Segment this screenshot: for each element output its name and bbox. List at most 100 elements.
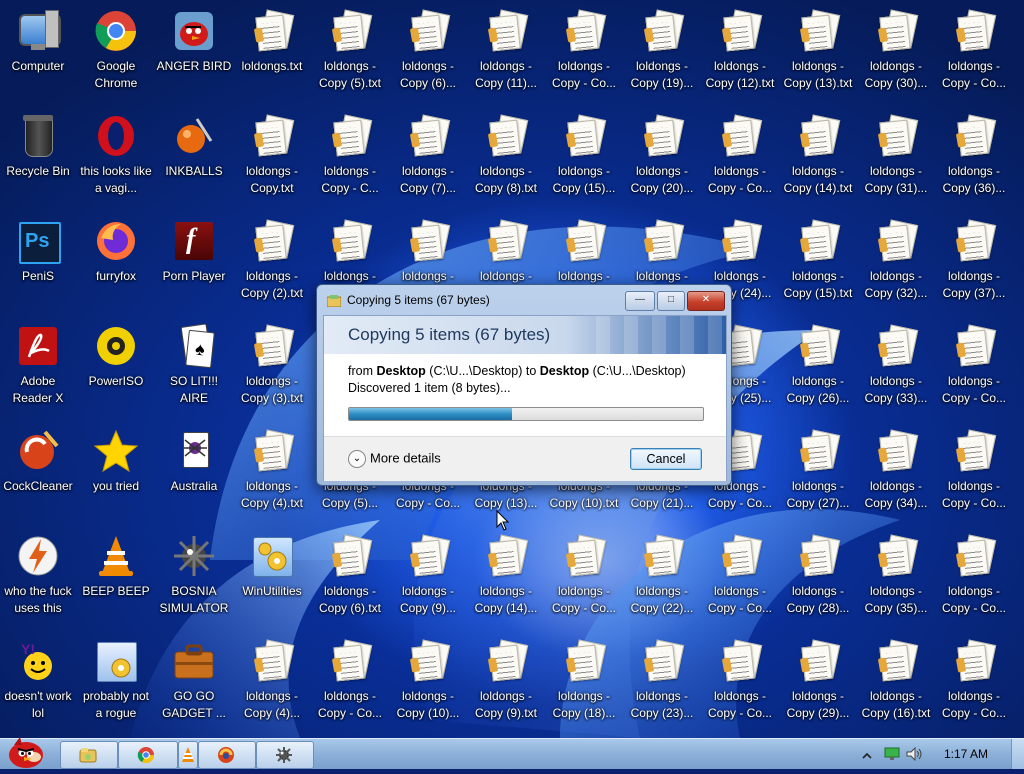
desktop-icon[interactable]: ANGER BIRD xyxy=(156,4,232,106)
desktop-icon[interactable]: loldongs - Copy (15).txt xyxy=(780,214,856,316)
desktop-icon[interactable]: this looks like a vagi... xyxy=(78,109,154,211)
desktop-icon[interactable]: loldongs - Copy (33)... xyxy=(858,319,934,421)
desktop-icon[interactable]: loldongs - Copy (6)... xyxy=(390,4,466,106)
desktop-icon[interactable]: loldongs - Copy (2).txt xyxy=(234,214,310,316)
desktop-icon[interactable]: loldongs - Copy (36)... xyxy=(936,109,1012,211)
desktop-icon[interactable]: Y! doesn't work lol xyxy=(0,634,76,736)
desktop-icon[interactable]: you tried xyxy=(78,424,154,526)
desktop-icon[interactable]: Adobe Reader X xyxy=(0,319,76,421)
source-folder-link[interactable]: Desktop xyxy=(376,364,425,378)
desktop-icon[interactable]: loldongs - Copy (8).txt xyxy=(468,109,544,211)
desktop-icon[interactable]: WinUtilities xyxy=(234,529,310,631)
desktop-icon[interactable]: loldongs - Copy - Co... xyxy=(312,634,388,736)
desktop-icon[interactable]: loldongs - Copy (12).txt xyxy=(702,4,778,106)
desktop-icon[interactable]: Ps PeniS xyxy=(0,214,76,316)
desktop-icon[interactable]: loldongs - Copy - Co... xyxy=(702,634,778,736)
desktop-icon[interactable]: loldongs - Copy (3).txt xyxy=(234,319,310,421)
volume-icon[interactable] xyxy=(906,746,924,766)
desktop-icon[interactable]: PowerISO xyxy=(78,319,154,421)
desktop-icon[interactable]: loldongs - Copy (30)... xyxy=(858,4,934,106)
desktop-icon[interactable]: loldongs.txt xyxy=(234,4,310,106)
start-button[interactable] xyxy=(4,733,48,769)
taskbar-minesweeper-button[interactable] xyxy=(256,741,314,769)
desktop-icon[interactable]: Computer xyxy=(0,4,76,106)
text-document-icon xyxy=(327,533,373,579)
desktop-icon[interactable]: CockCleaner xyxy=(0,424,76,526)
desktop-icon[interactable]: furryfox xyxy=(78,214,154,316)
desktop-icon[interactable]: loldongs - Copy (16).txt xyxy=(858,634,934,736)
desktop-icon[interactable]: loldongs - Copy.txt xyxy=(234,109,310,211)
desktop-icon[interactable]: loldongs - Copy (18)... xyxy=(546,634,622,736)
desktop-icon[interactable]: loldongs - Copy (14).txt xyxy=(780,109,856,211)
desktop-icon[interactable]: loldongs - Copy - Co... xyxy=(702,109,778,211)
chevron-down-icon[interactable]: ⌄ xyxy=(348,450,366,468)
desktop-icon[interactable]: loldongs - Copy - Co... xyxy=(936,634,1012,736)
desktop-icon-label: loldongs - Copy (31)... xyxy=(864,164,928,195)
desktop-icon[interactable]: loldongs - Copy - Co... xyxy=(936,319,1012,421)
taskbar-explorer-button[interactable] xyxy=(60,741,118,769)
destination-folder-link[interactable]: Desktop xyxy=(540,364,589,378)
desktop-icon[interactable]: loldongs - Copy (10)... xyxy=(390,634,466,736)
desktop-icon[interactable]: loldongs - Copy - Co... xyxy=(546,4,622,106)
maximize-button[interactable]: □ xyxy=(657,291,685,311)
desktop-icon[interactable]: loldongs - Copy (4).txt xyxy=(234,424,310,526)
cancel-button[interactable]: Cancel xyxy=(630,448,702,470)
network-icon[interactable] xyxy=(884,747,900,766)
desktop-icon[interactable]: Google Chrome xyxy=(78,4,154,106)
minimize-button[interactable]: — xyxy=(625,291,655,311)
desktop-icon[interactable]: f Porn Player xyxy=(156,214,232,316)
show-desktop-button[interactable] xyxy=(1011,739,1024,769)
desktop-icon[interactable]: loldongs - Copy (32)... xyxy=(858,214,934,316)
desktop-icon[interactable]: loldongs - Copy (19)... xyxy=(624,4,700,106)
dialog-titlebar[interactable]: Copying 5 items (67 bytes) — □ ✕ xyxy=(317,285,731,315)
desktop-icon[interactable]: loldongs - Copy - Co... xyxy=(936,529,1012,631)
desktop-icon[interactable]: INKBALLS xyxy=(156,109,232,211)
desktop-icon[interactable]: loldongs - Copy (11)... xyxy=(468,4,544,106)
desktop-icon[interactable]: loldongs - Copy (34)... xyxy=(858,424,934,526)
desktop-icon[interactable]: loldongs - Copy (20)... xyxy=(624,109,700,211)
desktop-icon[interactable]: loldongs - Copy (23)... xyxy=(624,634,700,736)
desktop-icon-label: loldongs - Copy - Co... xyxy=(941,374,1007,405)
desktop-icon[interactable]: loldongs - Copy - Co... xyxy=(702,529,778,631)
desktop-icon[interactable]: Recycle Bin xyxy=(0,109,76,211)
desktop-icon-label: Australia xyxy=(170,479,218,493)
desktop-icon[interactable]: loldongs - Copy (35)... xyxy=(858,529,934,631)
desktop-icon[interactable]: loldongs - Copy (7)... xyxy=(390,109,466,211)
desktop-icon[interactable]: loldongs - Copy (28)... xyxy=(780,529,856,631)
desktop-icon[interactable]: loldongs - Copy - C... xyxy=(312,109,388,211)
desktop-icon[interactable]: loldongs - Copy (29)... xyxy=(780,634,856,736)
desktop-icon[interactable]: GO GO GADGET ... xyxy=(156,634,232,736)
copy-progress-dialog[interactable]: Copying 5 items (67 bytes) — □ ✕ Copying… xyxy=(316,284,732,486)
desktop-icon[interactable]: loldongs - Copy - Co... xyxy=(546,529,622,631)
desktop-icon[interactable]: loldongs - Copy (5).txt xyxy=(312,4,388,106)
desktop-icon[interactable]: loldongs - Copy (13).txt xyxy=(780,4,856,106)
desktop-icon[interactable]: loldongs - Copy (9)... xyxy=(390,529,466,631)
desktop-icon[interactable]: loldongs - Copy (14)... xyxy=(468,529,544,631)
more-details-toggle[interactable]: ⌄ More details xyxy=(348,450,441,468)
desktop-icon[interactable]: loldongs - Copy - Co... xyxy=(936,424,1012,526)
show-hidden-icons-arrow[interactable] xyxy=(862,748,872,766)
desktop-icon-label: loldongs - Copy (15)... xyxy=(552,164,616,195)
desktop-icon[interactable]: loldongs - Copy (31)... xyxy=(858,109,934,211)
taskbar-chrome-button[interactable] xyxy=(118,741,178,769)
desktop-icon[interactable]: loldongs - Copy (26)... xyxy=(780,319,856,421)
desktop-icon[interactable]: BOSNIA SIMULATOR xyxy=(156,529,232,631)
taskbar-app-button[interactable] xyxy=(198,741,256,769)
taskbar-clock[interactable]: 1:17 AM xyxy=(944,747,988,761)
desktop-icon[interactable]: ♠ SO LIT!!! AIRE xyxy=(156,319,232,421)
close-button[interactable]: ✕ xyxy=(687,291,725,311)
desktop-icon[interactable]: loldongs - Copy (9).txt xyxy=(468,634,544,736)
desktop-icon[interactable]: loldongs - Copy (4)... xyxy=(234,634,310,736)
desktop-icon[interactable]: BEEP BEEP xyxy=(78,529,154,631)
desktop-icon-label: loldongs - Copy (29)... xyxy=(786,689,850,720)
desktop-icon[interactable]: loldongs - Copy (15)... xyxy=(546,109,622,211)
desktop-icon[interactable]: probably not a rogue xyxy=(78,634,154,736)
desktop-icon[interactable]: loldongs - Copy (22)... xyxy=(624,529,700,631)
desktop-icon[interactable]: who the fuck uses this xyxy=(0,529,76,631)
taskbar-vlc-button[interactable] xyxy=(178,741,198,769)
desktop-icon[interactable]: loldongs - Copy (6).txt xyxy=(312,529,388,631)
desktop-icon[interactable]: loldongs - Copy (37)... xyxy=(936,214,1012,316)
desktop-icon[interactable]: Australia xyxy=(156,424,232,526)
desktop-icon[interactable]: loldongs - Copy (27)... xyxy=(780,424,856,526)
desktop-icon[interactable]: loldongs - Copy - Co... xyxy=(936,4,1012,106)
